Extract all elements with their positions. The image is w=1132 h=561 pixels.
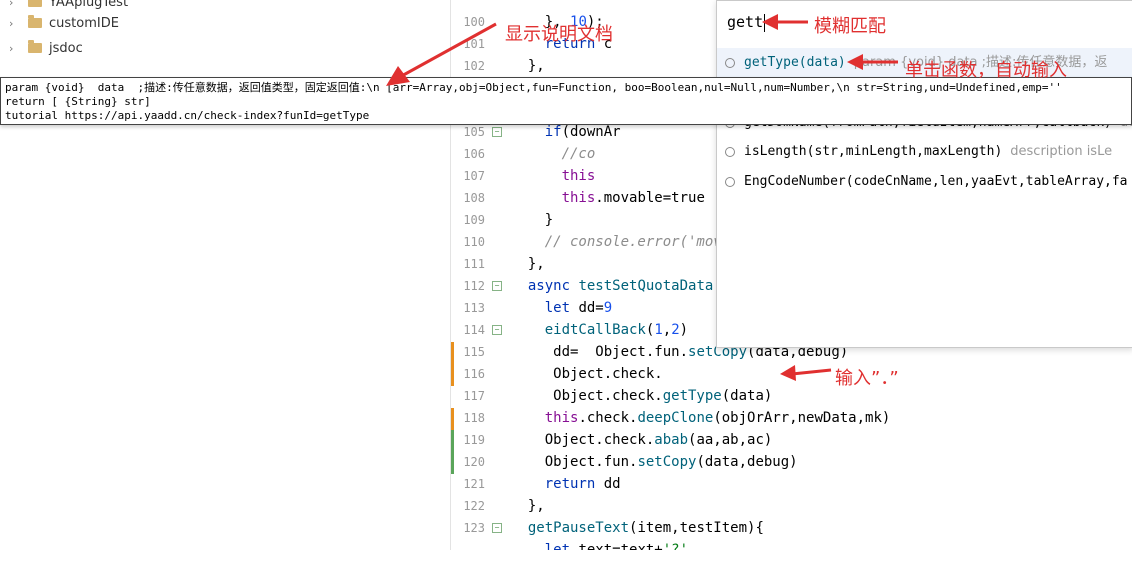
tree-item-label: customIDE bbox=[49, 15, 119, 31]
change-marker bbox=[451, 408, 454, 430]
line-number: 107 bbox=[463, 169, 485, 183]
tree-item-label: YAAplugTest bbox=[49, 0, 129, 10]
line-number: 118 bbox=[463, 411, 485, 425]
folder-icon bbox=[28, 40, 42, 53]
code-line[interactable]: Object.check. bbox=[511, 363, 663, 385]
arrow-icon bbox=[762, 14, 808, 30]
code-line[interactable]: this.movable=true bbox=[511, 187, 705, 209]
fold-icon[interactable]: − bbox=[492, 281, 502, 291]
suggestion-item[interactable]: isLength(str,minLength,maxLength) descrip… bbox=[717, 137, 1132, 167]
line-number: 120 bbox=[463, 455, 485, 469]
chevron-right-icon[interactable]: › bbox=[9, 17, 19, 30]
suggestion-signature: EngCodeNumber(codeCnName,len,yaaEvt,tabl… bbox=[744, 174, 1128, 189]
line-number: 113 bbox=[463, 301, 485, 315]
doc-line-return: return [ {String} str] bbox=[5, 95, 151, 108]
line-number: 108 bbox=[463, 191, 485, 205]
line-number: 123 bbox=[463, 521, 485, 535]
line-number: 109 bbox=[463, 213, 485, 227]
line-number: 117 bbox=[463, 389, 485, 403]
completion-popup: gett getType(data) param {void} data ;描述:… bbox=[716, 0, 1132, 348]
arrow-icon bbox=[780, 365, 832, 381]
tree-item-customide[interactable]: › customIDE bbox=[0, 12, 119, 34]
tree-item-label: jsdoc bbox=[49, 40, 83, 56]
annotation-click-function: 单击函数，自动输入 bbox=[905, 60, 1067, 81]
method-icon bbox=[725, 176, 735, 187]
added-marker bbox=[451, 430, 454, 474]
code-line[interactable]: Object.check.abab(aa,ab,ac) bbox=[511, 429, 773, 451]
code-line[interactable]: } bbox=[511, 209, 553, 231]
code-line[interactable]: //co bbox=[511, 143, 596, 165]
folder-icon bbox=[28, 15, 42, 28]
code-line[interactable]: return dd bbox=[511, 473, 621, 495]
code-line[interactable]: this bbox=[511, 165, 596, 187]
suggestion-description: description isLe bbox=[1010, 144, 1113, 159]
doc-line-tutorial: tutorial https://api.yaadd.cn/check-inde… bbox=[5, 109, 370, 122]
line-number: 110 bbox=[463, 235, 485, 249]
completion-search-text: gett bbox=[727, 13, 764, 31]
line-number: 121 bbox=[463, 477, 485, 491]
code-line[interactable]: let dd=9 bbox=[511, 297, 612, 319]
fold-icon[interactable]: − bbox=[492, 127, 502, 137]
arrow-icon bbox=[386, 22, 497, 86]
suggestion-item[interactable]: EngCodeNumber(codeCnName,len,yaaEvt,tabl… bbox=[717, 167, 1132, 197]
method-icon bbox=[725, 57, 735, 68]
doc-line-params: param {void} data ;描述:传任意数据，返回值类型，固定返回值:… bbox=[5, 81, 1062, 94]
line-number: 111 bbox=[463, 257, 485, 271]
tree-item-jsdoc[interactable]: › jsdoc bbox=[0, 37, 83, 59]
code-line[interactable]: }, bbox=[511, 495, 545, 517]
line-number: 122 bbox=[463, 499, 485, 513]
code-line[interactable]: }, bbox=[511, 55, 545, 77]
arrow-icon bbox=[847, 54, 898, 70]
fold-icon[interactable]: − bbox=[492, 325, 502, 335]
documentation-tooltip: param {void} data ;描述:传任意数据，返回值类型，固定返回值:… bbox=[0, 77, 1132, 125]
chevron-right-icon[interactable]: › bbox=[9, 0, 19, 9]
folder-icon bbox=[28, 0, 42, 7]
change-marker bbox=[451, 342, 454, 386]
line-number bbox=[451, 539, 485, 561]
fold-icon[interactable]: − bbox=[492, 523, 502, 533]
chevron-right-icon[interactable]: › bbox=[9, 42, 19, 55]
annotation-input-dot: 输入”．” bbox=[835, 368, 899, 389]
code-line[interactable]: Object.fun.setCopy(data,debug) bbox=[511, 451, 798, 473]
suggestion-signature: isLength(str,minLength,maxLength) bbox=[744, 144, 1003, 159]
line-number: 115 bbox=[463, 345, 485, 359]
line-number: 119 bbox=[463, 433, 485, 447]
code-line[interactable]: }, bbox=[511, 253, 545, 275]
line-number: 114 bbox=[463, 323, 485, 337]
code-line[interactable]: Object.check.getType(data) bbox=[511, 385, 772, 407]
suggestion-signature: getType(data) bbox=[744, 55, 846, 70]
method-icon bbox=[725, 146, 735, 157]
code-line[interactable]: let text=text+'?' bbox=[511, 539, 688, 550]
annotation-show-doc: 显示说明文档 bbox=[505, 24, 613, 45]
code-line[interactable]: eidtCallBack(1,2) bbox=[511, 319, 688, 341]
code-line[interactable]: getPauseText(item,testItem){ bbox=[511, 517, 764, 539]
line-number: 116 bbox=[463, 367, 485, 381]
line-number: 106 bbox=[463, 147, 485, 161]
line-number: 112 bbox=[463, 279, 485, 293]
code-line[interactable]: this.check.deepClone(objOrArr,newData,mk… bbox=[511, 407, 891, 429]
annotation-fuzzy-match: 模糊匹配 bbox=[814, 16, 886, 37]
